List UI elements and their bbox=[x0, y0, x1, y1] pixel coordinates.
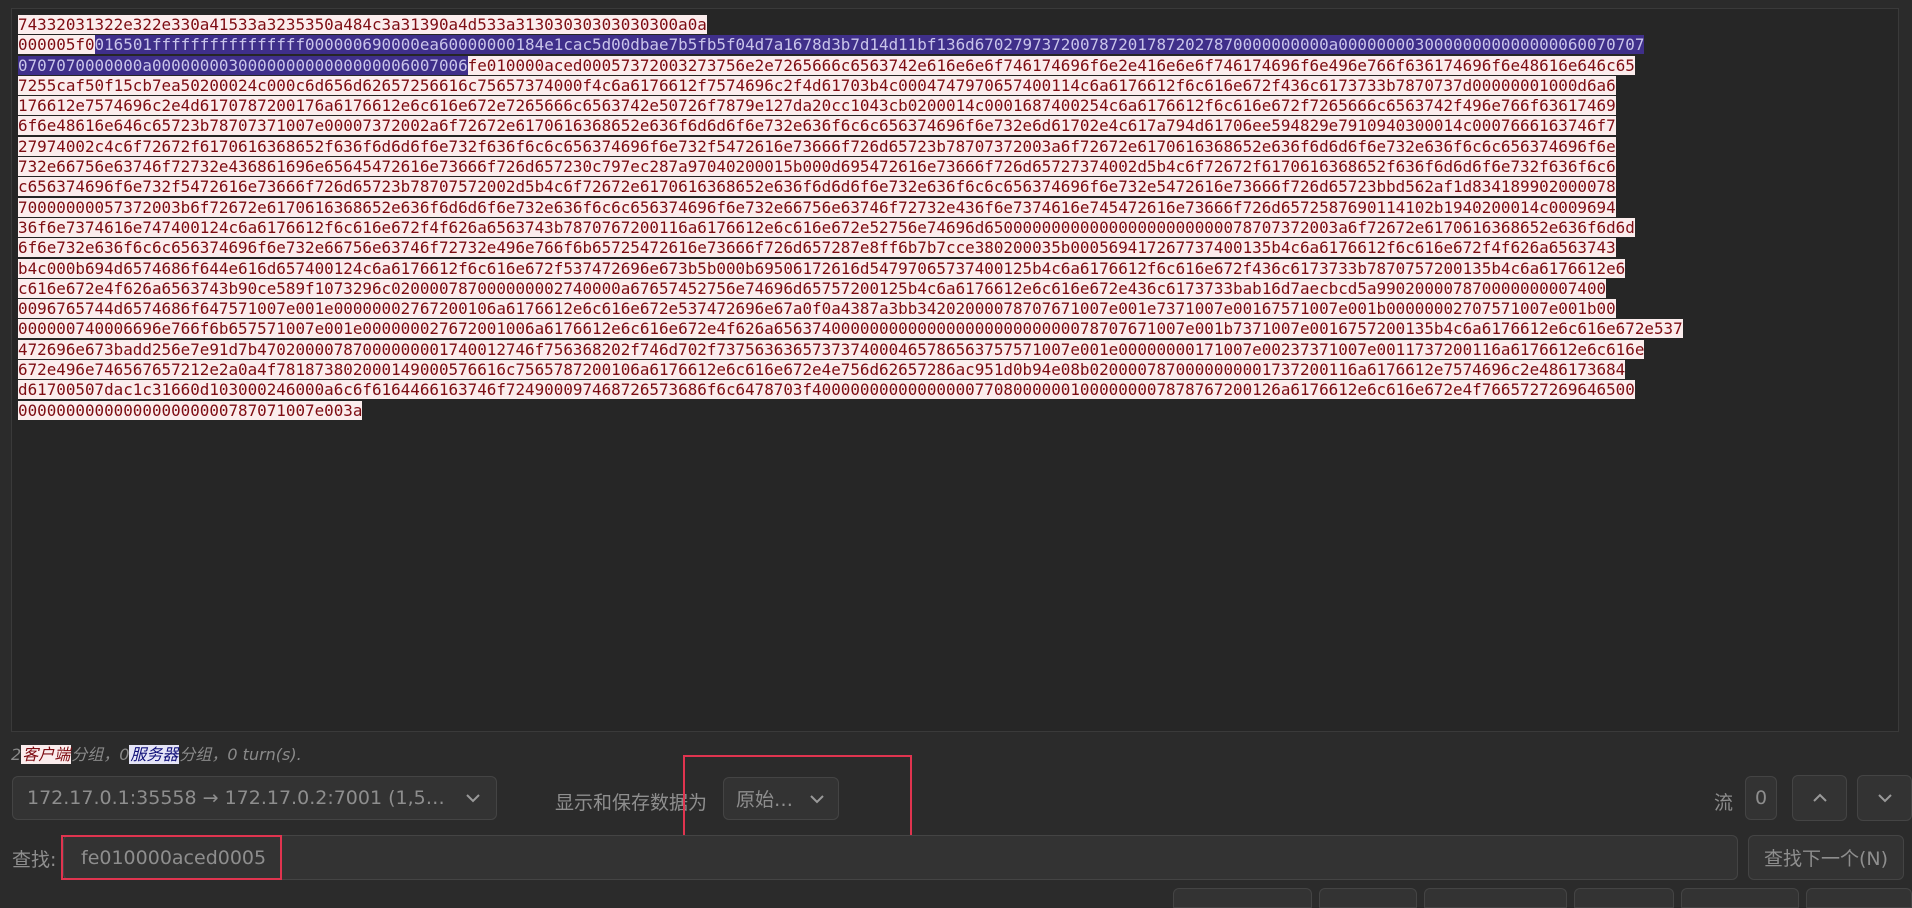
client-data-segment: c616e672e4f626a6563743b90ce589f1073296c0… bbox=[18, 278, 1607, 298]
stream-line: 74332031322e322e330a41533a3235350a484c3a… bbox=[18, 15, 1898, 35]
client-data-segment: 732e66756e63746f72732e436861696e65645472… bbox=[18, 157, 1616, 177]
stream-label: 流 bbox=[1714, 792, 1734, 814]
chevron-up-icon bbox=[1812, 793, 1827, 802]
stream-line: 7255caf50f15cb7ea50200024c000c6d656d6265… bbox=[18, 75, 1898, 96]
stream-down-button[interactable] bbox=[1857, 775, 1912, 821]
client-data-segment: 36f6e7374616e747400124c6a6176612f6c616e6… bbox=[18, 217, 1635, 237]
bottom-button-4[interactable] bbox=[1574, 888, 1674, 908]
bottom-button-6[interactable] bbox=[1806, 888, 1912, 908]
client-data-segment: d61700507dac1c31660d103000246000a6c6f616… bbox=[18, 380, 1635, 400]
stream-line: 472696e673badd256e7e91d7b470200007870000… bbox=[18, 339, 1898, 360]
summary-middle: 分组，0 bbox=[71, 745, 130, 764]
stream-line: 176612e7574696c2e4d6170787200176a6176612… bbox=[18, 96, 1898, 116]
server-data-segment: 016501ffffffffffffffff000000690000ea6000… bbox=[94, 35, 1645, 55]
stream-line: 0000000000000000000000787071007e003a bbox=[18, 400, 1898, 421]
client-data-segment: 176612e7574696c2e4d6170787200176a6176612… bbox=[18, 96, 1616, 116]
client-data-segment: 74332031322e322e330a41533a3235350a484c3a… bbox=[18, 15, 707, 34]
client-data-segment: fe010000aced00057372003273756e2e7265666c… bbox=[467, 55, 1635, 75]
client-data-segment: 6f6e732e636f6c6c656374696f6e732e66756e63… bbox=[18, 238, 1616, 258]
stream-line: 672e496e746567657212e2a0a4f7818738020001… bbox=[18, 360, 1898, 380]
client-data-segment: 0000000000000000000000787071007e003a bbox=[18, 400, 363, 420]
stream-line: 0096765744d6574686f647571007e001e0000000… bbox=[18, 299, 1898, 319]
conversation-select-value: 172.17.0.1:35558 → 172.17.0.2:7001 (1,55… bbox=[27, 787, 456, 809]
bottom-button-1[interactable] bbox=[1173, 888, 1312, 908]
client-data-segment: 0096765744d6574686f647571007e001e0000000… bbox=[18, 299, 1616, 319]
show-as-label: 显示和保存数据为 bbox=[555, 792, 708, 814]
summary-suffix: 分组，0 turn(s). bbox=[179, 745, 302, 764]
client-data-segment: c656374696f6e732f5472616e73666f726d65723… bbox=[18, 177, 1616, 197]
data-format-select[interactable]: 原始… bbox=[723, 777, 839, 820]
stream-up-button[interactable] bbox=[1792, 775, 1847, 821]
chevron-down-icon bbox=[1877, 794, 1892, 803]
stream-number-input[interactable]: 0 bbox=[1745, 776, 1777, 820]
stream-line: c656374696f6e732f5472616e73666f726d65723… bbox=[18, 177, 1898, 197]
chevron-down-icon bbox=[466, 794, 480, 803]
client-data-segment: 27974002c4c6f72672f6170616368652f636f6d6… bbox=[18, 136, 1616, 156]
find-next-button[interactable]: 查找下一个(N) bbox=[1748, 835, 1904, 880]
server-data-segment: 0707070000000a00000000300000000000000000… bbox=[18, 55, 468, 75]
stream-line: 70000000057372003b6f72672e6170616368652e… bbox=[18, 197, 1898, 218]
server-badge: 服务器 bbox=[129, 745, 180, 764]
find-input[interactable]: fe010000aced0005 bbox=[63, 835, 1738, 880]
client-data-segment: 672e496e746567657212e2a0a4f7818738020001… bbox=[18, 360, 1626, 380]
stream-line: 6f6e732e636f6c6c656374696f6e732e66756e63… bbox=[18, 238, 1898, 258]
bottom-button-2[interactable] bbox=[1319, 888, 1417, 908]
stream-line: 000000740006696e766f6b657571007e001e0000… bbox=[18, 319, 1898, 339]
stream-line: d61700507dac1c31660d103000246000a6c6f616… bbox=[18, 380, 1898, 400]
stream-content-area[interactable]: 74332031322e322e330a41533a3235350a484c3a… bbox=[11, 8, 1899, 732]
summary-prefix: 2 bbox=[11, 745, 22, 764]
stream-line: 000005f0016501ffffffffffffffff0000006900… bbox=[18, 35, 1898, 55]
stream-line: b4c000b694d6574686f644e616d657400124c6a6… bbox=[18, 258, 1898, 279]
bottom-button-5[interactable] bbox=[1681, 888, 1799, 908]
stream-line: 732e66756e63746f72732e436861696e65645472… bbox=[18, 157, 1898, 177]
client-data-segment: b4c000b694d6574686f644e616d657400124c6a6… bbox=[18, 258, 1626, 278]
stream-line: 27974002c4c6f72672f6170616368652f636f6d6… bbox=[18, 136, 1898, 157]
stream-line: 6f6e48616e646c65723b78707371007e00007372… bbox=[18, 116, 1898, 136]
client-data-segment: 472696e673badd256e7e91d7b470200007870000… bbox=[18, 339, 1645, 359]
client-data-segment: 6f6e48616e646c65723b78707371007e00007372… bbox=[18, 116, 1616, 136]
stream-line: 0707070000000a00000000300000000000000000… bbox=[18, 55, 1898, 76]
client-data-segment: 000005f0 bbox=[18, 35, 95, 55]
chevron-down-icon bbox=[810, 794, 824, 803]
client-data-segment: 70000000057372003b6f72672e6170616368652e… bbox=[18, 197, 1616, 217]
stream-text[interactable]: 74332031322e322e330a41533a3235350a484c3a… bbox=[18, 15, 1898, 421]
client-data-segment: 000000740006696e766f6b657571007e001e0000… bbox=[18, 319, 1683, 339]
stream-line: 36f6e7374616e747400124c6a6176612f6c616e6… bbox=[18, 217, 1898, 238]
conversation-select[interactable]: 172.17.0.1:35558 → 172.17.0.2:7001 (1,55… bbox=[12, 776, 497, 820]
bottom-button-3[interactable] bbox=[1424, 888, 1567, 908]
client-badge: 客户端 bbox=[21, 745, 72, 764]
data-format-value: 原始… bbox=[736, 789, 794, 811]
packet-summary: 2客户端分组，0服务器分组，0 turn(s). bbox=[11, 741, 302, 765]
stream-line: c616e672e4f626a6563743b90ce589f1073296c0… bbox=[18, 278, 1898, 299]
client-data-segment: 7255caf50f15cb7ea50200024c000c6d656d6265… bbox=[18, 75, 1616, 95]
find-label: 查找: bbox=[12, 849, 57, 871]
